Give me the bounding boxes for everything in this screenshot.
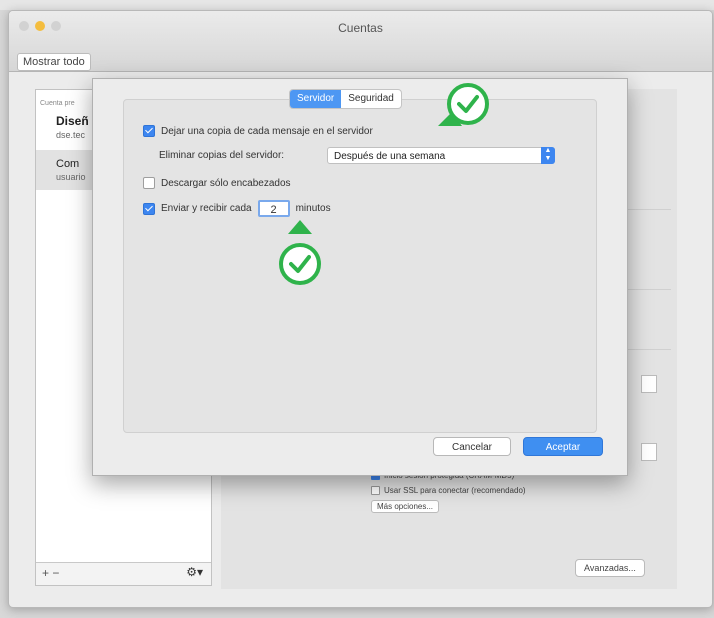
more-options-button[interactable]: Más opciones... <box>371 500 440 513</box>
add-remove-buttons[interactable]: + − <box>42 566 59 580</box>
delete-copies-select[interactable]: Después de una semana ▲ ▼ <box>327 147 555 164</box>
background-strip <box>0 0 714 10</box>
account-2-subtitle: usuario <box>56 172 86 182</box>
account-2-name: Com <box>56 158 80 170</box>
account-1-subtitle: dse.tec <box>56 130 86 140</box>
delete-copies-label: Eliminar copias del servidor: <box>159 150 285 161</box>
tab-seguridad[interactable]: Seguridad <box>341 90 401 108</box>
accept-button[interactable]: Aceptar <box>523 437 603 456</box>
ssl-checkbox[interactable] <box>371 486 380 495</box>
sidebar-toolbar: + − ⚙▾ <box>36 562 211 585</box>
chevron-updown-icon: ▲ ▼ <box>541 147 555 164</box>
window-title: Cuentas <box>338 21 383 35</box>
delete-copies-value: Después de una semana <box>334 151 446 162</box>
minutes-label: minutos <box>295 203 331 214</box>
minutes-input[interactable]: 2 <box>257 200 290 217</box>
field-input[interactable] <box>641 375 657 393</box>
ssl-row[interactable]: Usar SSL para conectar (recomendado) <box>371 486 526 495</box>
cancel-button[interactable]: Cancelar <box>433 437 511 456</box>
titlebar: Cuentas Mostrar todo <box>9 11 712 72</box>
tab-servidor[interactable]: Servidor <box>290 90 342 108</box>
keep-copy-checkbox[interactable] <box>143 125 155 137</box>
ssl-label: Usar SSL para conectar (recomendado) <box>384 486 526 495</box>
send-receive-row[interactable]: Enviar y recibir cada 2 minutos <box>143 200 331 217</box>
check-circle-icon <box>279 243 321 285</box>
send-receive-label: Enviar y recibir cada <box>161 203 252 214</box>
gear-icon[interactable]: ⚙▾ <box>186 565 203 579</box>
headers-only-label: Descargar sólo encabezados <box>161 177 291 189</box>
advanced-button[interactable]: Avanzadas... <box>575 559 645 577</box>
tab-segmented-control: Servidor Seguridad <box>289 89 402 109</box>
account-1-name[interactable]: Diseñ <box>56 114 89 128</box>
field-input[interactable] <box>641 443 657 461</box>
account-type-label: Cuenta pre <box>40 100 75 107</box>
headers-only-row[interactable]: Descargar sólo encabezados <box>143 177 291 189</box>
server-settings-sheet: Servidor Seguridad Dejar una copia de ca… <box>92 78 628 476</box>
keep-copy-label: Dejar una copia de cada mensaje en el se… <box>161 125 373 137</box>
send-receive-checkbox[interactable] <box>143 202 155 215</box>
check-circle-icon <box>447 83 489 125</box>
keep-copy-row[interactable]: Dejar una copia de cada mensaje en el se… <box>143 125 373 137</box>
headers-only-checkbox[interactable] <box>143 177 155 189</box>
show-all-button[interactable]: Mostrar todo <box>17 53 91 71</box>
